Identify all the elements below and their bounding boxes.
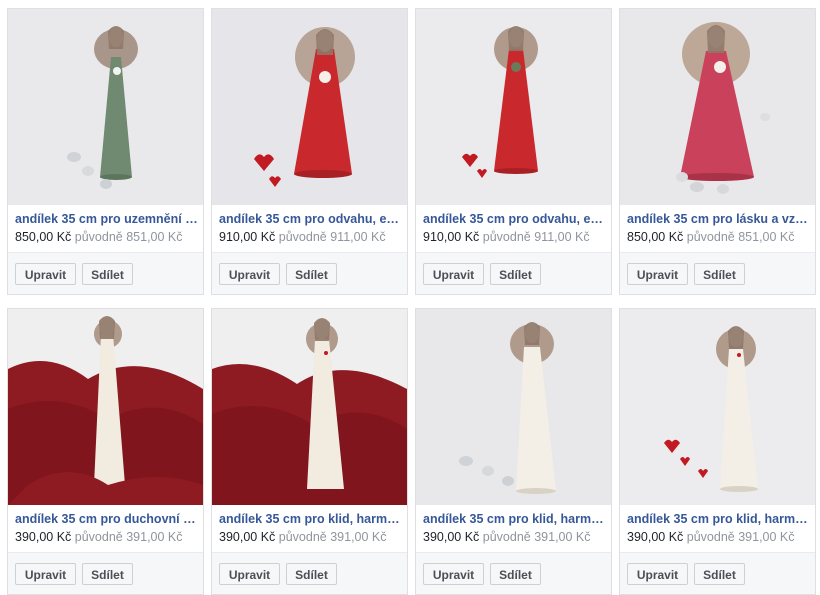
product-price-line: 390,00 Kč původně 391,00 Kč bbox=[423, 530, 609, 544]
product-original-price: původně 911,00 Kč bbox=[278, 230, 386, 244]
card-actions: Upravit Sdílet bbox=[212, 552, 407, 594]
product-card[interactable]: andílek 35 cm pro klid, harmonii 390,00 … bbox=[415, 308, 612, 595]
product-original-price: původně 911,00 Kč bbox=[482, 230, 590, 244]
edit-button[interactable]: Upravit bbox=[423, 563, 484, 585]
product-title-link[interactable]: andílek 35 cm pro uzemnění a stabilitu bbox=[15, 212, 199, 226]
edit-button[interactable]: Upravit bbox=[15, 263, 76, 285]
product-card[interactable]: andílek 35 cm pro klid, harmonii 390,00 … bbox=[211, 308, 408, 595]
share-button[interactable]: Sdílet bbox=[694, 263, 745, 285]
product-price: 850,00 Kč bbox=[627, 230, 684, 244]
product-card[interactable]: andílek 35 cm pro lásku a vztahy 850,00 … bbox=[619, 8, 816, 295]
product-photo[interactable] bbox=[8, 9, 203, 205]
product-price: 390,00 Kč bbox=[15, 530, 72, 544]
edit-button[interactable]: Upravit bbox=[627, 563, 688, 585]
product-original-price: původně 391,00 Kč bbox=[74, 530, 183, 544]
product-price: 390,00 Kč bbox=[219, 530, 276, 544]
product-photo[interactable] bbox=[416, 309, 611, 505]
edit-button[interactable]: Upravit bbox=[219, 263, 280, 285]
product-photo[interactable] bbox=[8, 309, 203, 505]
product-photo[interactable] bbox=[620, 9, 815, 205]
share-button[interactable]: Sdílet bbox=[82, 263, 133, 285]
share-button[interactable]: Sdílet bbox=[490, 563, 541, 585]
edit-button[interactable]: Upravit bbox=[423, 263, 484, 285]
product-grid: andílek 35 cm pro uzemnění a stabilitu 8… bbox=[0, 0, 820, 595]
product-price-line: 910,00 Kč původně 911,00 Kč bbox=[423, 230, 609, 244]
card-actions: Upravit Sdílet bbox=[8, 252, 203, 294]
share-button[interactable]: Sdílet bbox=[82, 563, 133, 585]
product-photo[interactable] bbox=[620, 309, 815, 505]
product-price-line: 910,00 Kč původně 911,00 Kč bbox=[219, 230, 405, 244]
product-title-link[interactable]: andílek 35 cm pro odvahu, energii bbox=[423, 212, 607, 226]
card-actions: Upravit Sdílet bbox=[620, 252, 815, 294]
share-button[interactable]: Sdílet bbox=[286, 563, 337, 585]
product-card[interactable]: andílek 35 cm pro uzemnění a stabilitu 8… bbox=[7, 8, 204, 295]
product-title-link[interactable]: andílek 35 cm pro duchovní intuici bbox=[15, 512, 199, 526]
product-card[interactable]: andílek 35 cm pro odvahu, energii 910,00… bbox=[211, 8, 408, 295]
product-photo[interactable] bbox=[212, 9, 407, 205]
product-title-link[interactable]: andílek 35 cm pro odvahu, energii bbox=[219, 212, 403, 226]
product-title-link[interactable]: andílek 35 cm pro klid, harmonii bbox=[423, 512, 607, 526]
product-price-line: 850,00 Kč původně 851,00 Kč bbox=[15, 230, 201, 244]
product-title-link[interactable]: andílek 35 cm pro klid, harmonii bbox=[627, 512, 811, 526]
product-card[interactable]: andílek 35 cm pro klid, harmonii 390,00 … bbox=[619, 308, 816, 595]
product-price: 910,00 Kč bbox=[219, 230, 276, 244]
edit-button[interactable]: Upravit bbox=[219, 563, 280, 585]
product-price: 850,00 Kč bbox=[15, 230, 72, 244]
edit-button[interactable]: Upravit bbox=[627, 263, 688, 285]
product-title-link[interactable]: andílek 35 cm pro klid, harmonii bbox=[219, 512, 403, 526]
edit-button[interactable]: Upravit bbox=[15, 563, 76, 585]
card-actions: Upravit Sdílet bbox=[620, 552, 815, 594]
product-card[interactable]: andílek 35 cm pro odvahu, energii 910,00… bbox=[415, 8, 612, 295]
card-actions: Upravit Sdílet bbox=[416, 252, 611, 294]
product-card[interactable]: andílek 35 cm pro duchovní intuici 390,0… bbox=[7, 308, 204, 595]
share-button[interactable]: Sdílet bbox=[694, 563, 745, 585]
product-price: 390,00 Kč bbox=[423, 530, 480, 544]
card-actions: Upravit Sdílet bbox=[416, 552, 611, 594]
product-price-line: 850,00 Kč původně 851,00 Kč bbox=[627, 230, 813, 244]
product-original-price: původně 391,00 Kč bbox=[686, 530, 795, 544]
product-price-line: 390,00 Kč původně 391,00 Kč bbox=[15, 530, 201, 544]
product-price-line: 390,00 Kč původně 391,00 Kč bbox=[219, 530, 405, 544]
product-price: 390,00 Kč bbox=[627, 530, 684, 544]
product-price-line: 390,00 Kč původně 391,00 Kč bbox=[627, 530, 813, 544]
product-original-price: původně 851,00 Kč bbox=[74, 230, 183, 244]
product-price: 910,00 Kč bbox=[423, 230, 480, 244]
product-original-price: původně 391,00 Kč bbox=[482, 530, 591, 544]
product-photo[interactable] bbox=[416, 9, 611, 205]
product-original-price: původně 391,00 Kč bbox=[278, 530, 387, 544]
card-actions: Upravit Sdílet bbox=[8, 552, 203, 594]
share-button[interactable]: Sdílet bbox=[286, 263, 337, 285]
share-button[interactable]: Sdílet bbox=[490, 263, 541, 285]
card-actions: Upravit Sdílet bbox=[212, 252, 407, 294]
product-photo[interactable] bbox=[212, 309, 407, 505]
product-original-price: původně 851,00 Kč bbox=[686, 230, 795, 244]
product-title-link[interactable]: andílek 35 cm pro lásku a vztahy bbox=[627, 212, 811, 226]
